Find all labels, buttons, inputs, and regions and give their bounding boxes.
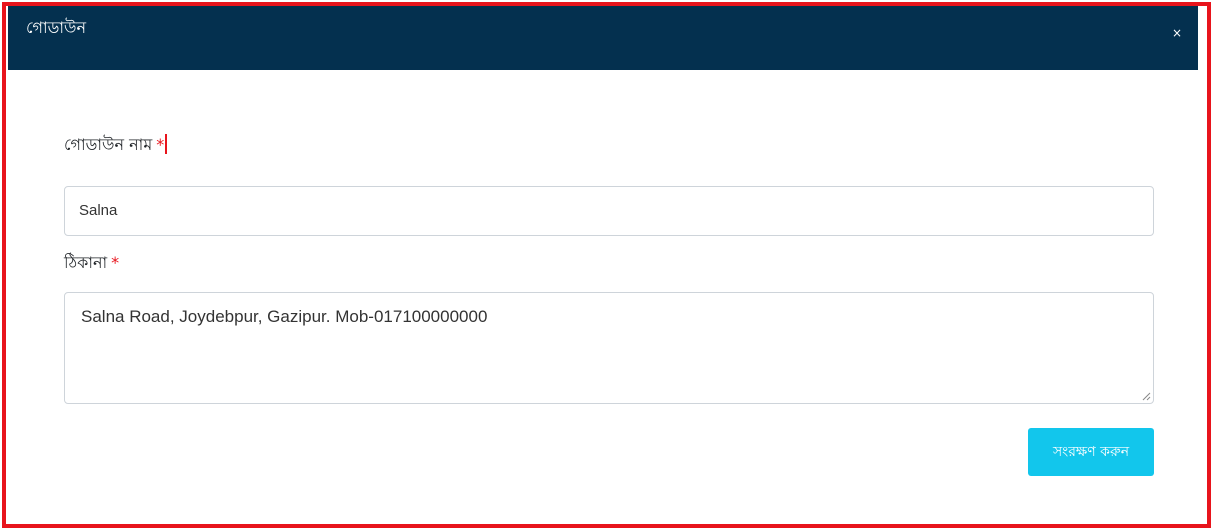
close-button[interactable]: × [1170, 26, 1184, 40]
save-button[interactable]: সংরক্ষণ করুন [1028, 428, 1154, 476]
modal-header: গোডাউন × [8, 6, 1198, 70]
resize-grip-icon[interactable] [1141, 391, 1151, 401]
address-textarea[interactable]: Salna Road, Joydebpur, Gazipur. Mob-0171… [64, 292, 1154, 404]
godown-name-label-text: গোডাউন নাম [64, 135, 153, 154]
address-text: Salna Road, Joydebpur, Gazipur. Mob-0171… [81, 307, 488, 326]
modal-title: গোডাউন [26, 18, 87, 37]
required-mark: * [156, 135, 165, 154]
required-mark: * [111, 253, 120, 272]
godown-name-label: গোডাউন নাম * [64, 134, 168, 156]
text-cursor [165, 134, 168, 154]
address-label: ঠিকানা * [64, 252, 119, 274]
godown-name-input[interactable]: Salna [64, 186, 1154, 236]
address-label-text: ঠিকানা [64, 253, 108, 272]
